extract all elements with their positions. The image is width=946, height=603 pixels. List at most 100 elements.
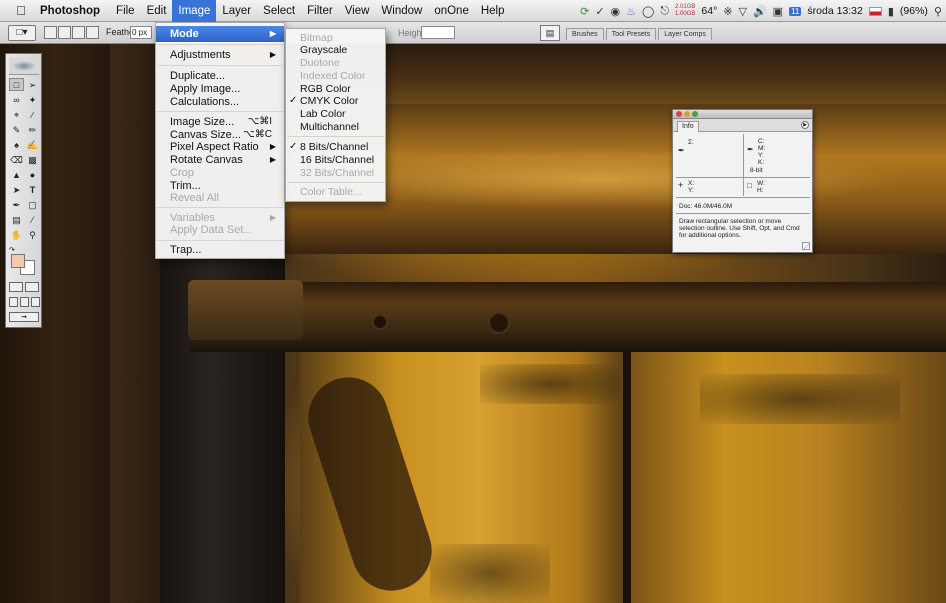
screen-mode-full[interactable]	[31, 297, 40, 307]
sync-icon[interactable]: ⟳	[580, 5, 589, 18]
apple-icon[interactable]: 	[8, 3, 34, 18]
shape-tool-icon[interactable]: ▢	[25, 198, 40, 211]
menu-select[interactable]: Select	[257, 0, 301, 22]
stain-2	[700, 374, 900, 424]
path-select-icon[interactable]: ➤	[9, 183, 24, 196]
feather-input[interactable]: 0 px	[130, 26, 152, 39]
menu-item-trap[interactable]: Trap...	[156, 243, 284, 257]
height-input[interactable]	[421, 26, 455, 39]
blur-tool-icon[interactable]: ▲	[9, 168, 24, 181]
menu-item-calculations[interactable]: Calculations...	[156, 95, 284, 109]
menu-view[interactable]: View	[339, 0, 376, 22]
menu-item-mode[interactable]: Mode ▶	[156, 26, 284, 42]
menu-layer[interactable]: Layer	[216, 0, 257, 22]
yellow-readout: Y:	[758, 152, 764, 159]
quick-mask-button[interactable]	[25, 282, 39, 292]
notes-tool-icon[interactable]: ▤	[9, 213, 24, 226]
pen-tool-icon[interactable]: ✒	[9, 198, 24, 211]
clone-stamp-icon[interactable]: ♠	[9, 138, 24, 151]
menu-help[interactable]: Help	[475, 0, 511, 22]
input-flag-icon[interactable]	[868, 6, 882, 16]
submenu-item-8-bits[interactable]: ✓ 8 Bits/Channel	[286, 141, 385, 154]
drop-icon[interactable]: ♨	[626, 5, 636, 18]
menu-onone[interactable]: onOne	[428, 0, 475, 22]
minimize-icon[interactable]	[684, 111, 690, 117]
magic-wand-icon[interactable]: ✦	[25, 93, 40, 106]
battery-percent[interactable]: (96%)	[900, 5, 928, 17]
activity-icon[interactable]: ◉	[611, 5, 621, 18]
tab-info[interactable]: Info	[677, 121, 699, 132]
swap-colors-icon[interactable]: ↷	[9, 246, 15, 254]
eraser-tool-icon[interactable]: ⌫	[9, 153, 24, 166]
spotlight-icon[interactable]: ⚲	[934, 5, 942, 18]
intersect-selection-button[interactable]	[86, 26, 99, 39]
foreground-color[interactable]	[11, 254, 25, 268]
temperature[interactable]: 64°	[701, 5, 717, 17]
menu-item-image-size[interactable]: Image Size... ⌥⌘I	[156, 115, 284, 129]
dodge-tool-icon[interactable]: ●	[25, 168, 40, 181]
tab-tool-presets[interactable]: Tool Presets	[605, 28, 657, 40]
eyedropper-icon[interactable]: ⁄	[25, 213, 40, 226]
screen-mode-full-menu[interactable]	[20, 297, 29, 307]
slice-tool-icon[interactable]: ∕	[25, 108, 40, 121]
wifi-icon[interactable]: ▽	[739, 5, 747, 18]
menu-item-duplicate[interactable]: Duplicate...	[156, 69, 284, 83]
crop-tool-icon[interactable]: ⌖	[9, 108, 24, 121]
submenu-item-grayscale[interactable]: Grayscale	[286, 44, 385, 57]
app-menu[interactable]: Photoshop	[40, 5, 100, 17]
resize-grip-icon[interactable]	[802, 242, 810, 250]
lasso-tool-icon[interactable]: ∞	[9, 93, 24, 106]
subtract-selection-button[interactable]	[72, 26, 85, 39]
menu-item-pixel-aspect-ratio[interactable]: Pixel Aspect Ratio ▶	[156, 140, 284, 154]
palette-toggle-button[interactable]: ▤	[540, 25, 560, 41]
close-icon[interactable]	[676, 111, 682, 117]
add-selection-button[interactable]	[58, 26, 71, 39]
tab-layer-comps[interactable]: Layer Comps	[658, 28, 712, 40]
hand-tool-icon[interactable]: ✋	[9, 228, 24, 241]
submenu-item-lab-color[interactable]: Lab Color	[286, 108, 385, 121]
menu-image[interactable]: Image	[172, 0, 217, 22]
zoom-tool-icon[interactable]: ⚲	[25, 228, 40, 241]
adobe-feather-icon[interactable]	[9, 57, 39, 75]
hinge-bolt-2	[488, 312, 510, 334]
submenu-item-16-bits[interactable]: 16 Bits/Channel	[286, 154, 385, 167]
gradient-tool-icon[interactable]: ▩	[25, 153, 40, 166]
menu-window[interactable]: Window	[375, 0, 428, 22]
menu-item-apply-image[interactable]: Apply Image...	[156, 82, 284, 96]
panel-menu-icon[interactable]: ▶	[801, 121, 809, 129]
healing-brush-icon[interactable]: ✎	[9, 123, 24, 136]
screen-mode-standard[interactable]	[9, 297, 18, 307]
info-titlebar[interactable]	[673, 110, 812, 119]
submenu-item-cmyk-color[interactable]: ✓ CMYK Color	[286, 95, 385, 108]
calendar-badge[interactable]: 11	[789, 6, 802, 16]
volume-icon[interactable]: 🔊	[753, 5, 767, 18]
clock[interactable]: środa 13:32	[807, 5, 862, 17]
stain-3	[430, 544, 550, 603]
move-tool-icon[interactable]: ➢	[25, 78, 40, 91]
brush-tool-icon[interactable]: ✏	[25, 123, 40, 136]
jump-to-imageready-icon[interactable]: ➞	[9, 312, 39, 322]
tool-preset-picker[interactable]: □▾	[8, 25, 36, 41]
zoom-icon[interactable]	[692, 111, 698, 117]
power-icon[interactable]: ⎋	[660, 5, 669, 18]
history-brush-icon[interactable]: ✍	[25, 138, 40, 151]
bluetooth-icon[interactable]: ※	[723, 5, 732, 18]
memory-top: 2.01GB	[675, 4, 696, 10]
menu-item-rotate-canvas[interactable]: Rotate Canvas ▶	[156, 153, 284, 167]
menu-item-label: 32 Bits/Channel	[300, 167, 375, 179]
menu-item-adjustments[interactable]: Adjustments ▶	[156, 48, 284, 62]
tab-brushes[interactable]: Brushes	[566, 28, 604, 40]
type-tool-icon[interactable]: T	[25, 183, 40, 196]
menu-file[interactable]: File	[110, 0, 141, 22]
submenu-item-rgb-color[interactable]: RGB Color	[286, 83, 385, 96]
eye-icon[interactable]: ◯	[642, 5, 654, 18]
display-icon[interactable]: ▣	[773, 5, 783, 18]
menu-edit[interactable]: Edit	[141, 0, 173, 22]
menu-filter[interactable]: Filter	[301, 0, 339, 22]
check-icon[interactable]: ✓	[595, 5, 604, 18]
battery-icon[interactable]: ▮	[888, 5, 894, 18]
standard-mode-button[interactable]	[9, 282, 23, 292]
marquee-tool-icon[interactable]: □	[9, 78, 24, 91]
submenu-item-multichannel[interactable]: Multichannel	[286, 121, 385, 134]
new-selection-button[interactable]	[44, 26, 57, 39]
